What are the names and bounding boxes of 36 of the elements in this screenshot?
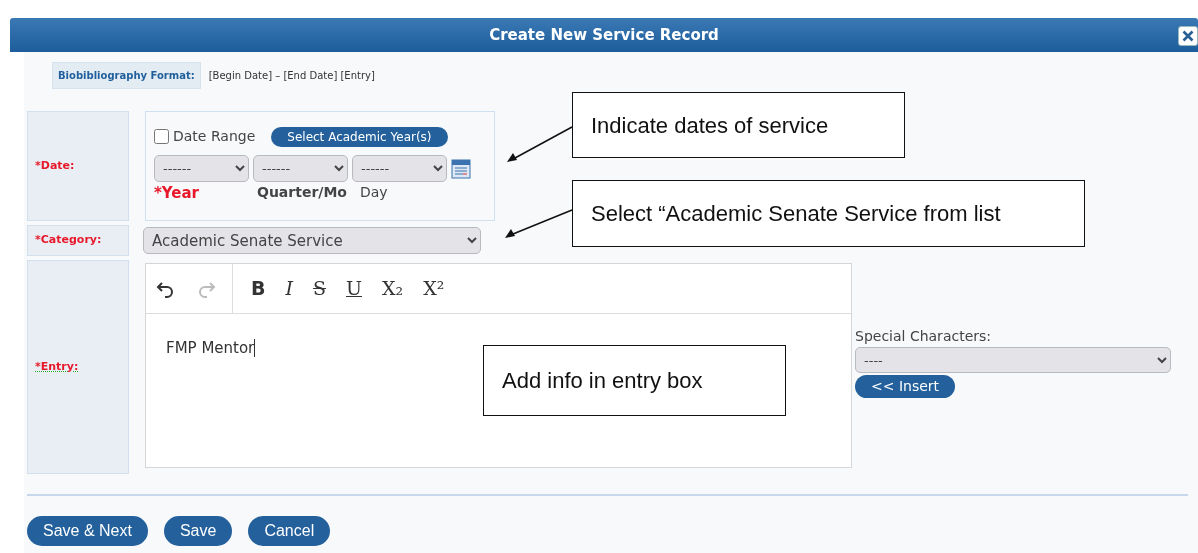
date-range-label: Date Range [173, 127, 256, 146]
cancel-button[interactable]: Cancel [248, 516, 331, 546]
category-select[interactable]: Academic Senate Service [143, 227, 481, 254]
save-button[interactable]: Save [163, 516, 233, 546]
subscript-button[interactable]: X₂ [372, 274, 414, 303]
field-label: *Date: [27, 111, 129, 221]
strike-button[interactable]: S [303, 274, 337, 303]
callout-box: Select “Academic Senate Service from list [572, 180, 1085, 247]
field-label: *Entry: [27, 260, 129, 474]
italic-button[interactable]: I [275, 274, 303, 303]
callout-box: Indicate dates of service [572, 92, 905, 158]
special-characters-label: Special Characters: [855, 327, 992, 346]
field-caption: Quarter/Mo [257, 183, 348, 202]
callout-arrow [507, 126, 573, 162]
field-label: *Category: [27, 225, 129, 256]
callout-arrow [505, 209, 573, 238]
callout-box: Add info in entry box [483, 345, 786, 416]
field-caption: Day [360, 183, 389, 202]
underline-button[interactable]: U [336, 274, 373, 303]
dialog-title: Create New Service Record [489, 24, 719, 46]
academic-year-button[interactable]: Select Academic Year(s) [271, 126, 448, 147]
format-value: [Begin Date] – [End Date] [Entry] [208, 69, 375, 83]
date-range-checkbox[interactable] [154, 129, 169, 144]
superscript-button[interactable]: X² [413, 274, 455, 303]
calendar-icon[interactable] [451, 158, 471, 179]
field-caption: *Year [154, 183, 201, 204]
insert-button[interactable]: << Insert [855, 375, 956, 398]
format-label: Biobibliography Format: [52, 62, 201, 89]
bold-button[interactable]: B [241, 274, 276, 303]
date-select[interactable]: ------ [352, 155, 447, 182]
date-select[interactable]: ------ [154, 155, 249, 182]
save-next-button[interactable]: Save & Next [27, 516, 148, 546]
close-icon[interactable] [1178, 26, 1198, 46]
date-select[interactable]: ------ [253, 155, 348, 182]
entry-text: FMP Mentor [166, 339, 256, 357]
special-characters-select[interactable]: ---- [855, 347, 1171, 373]
